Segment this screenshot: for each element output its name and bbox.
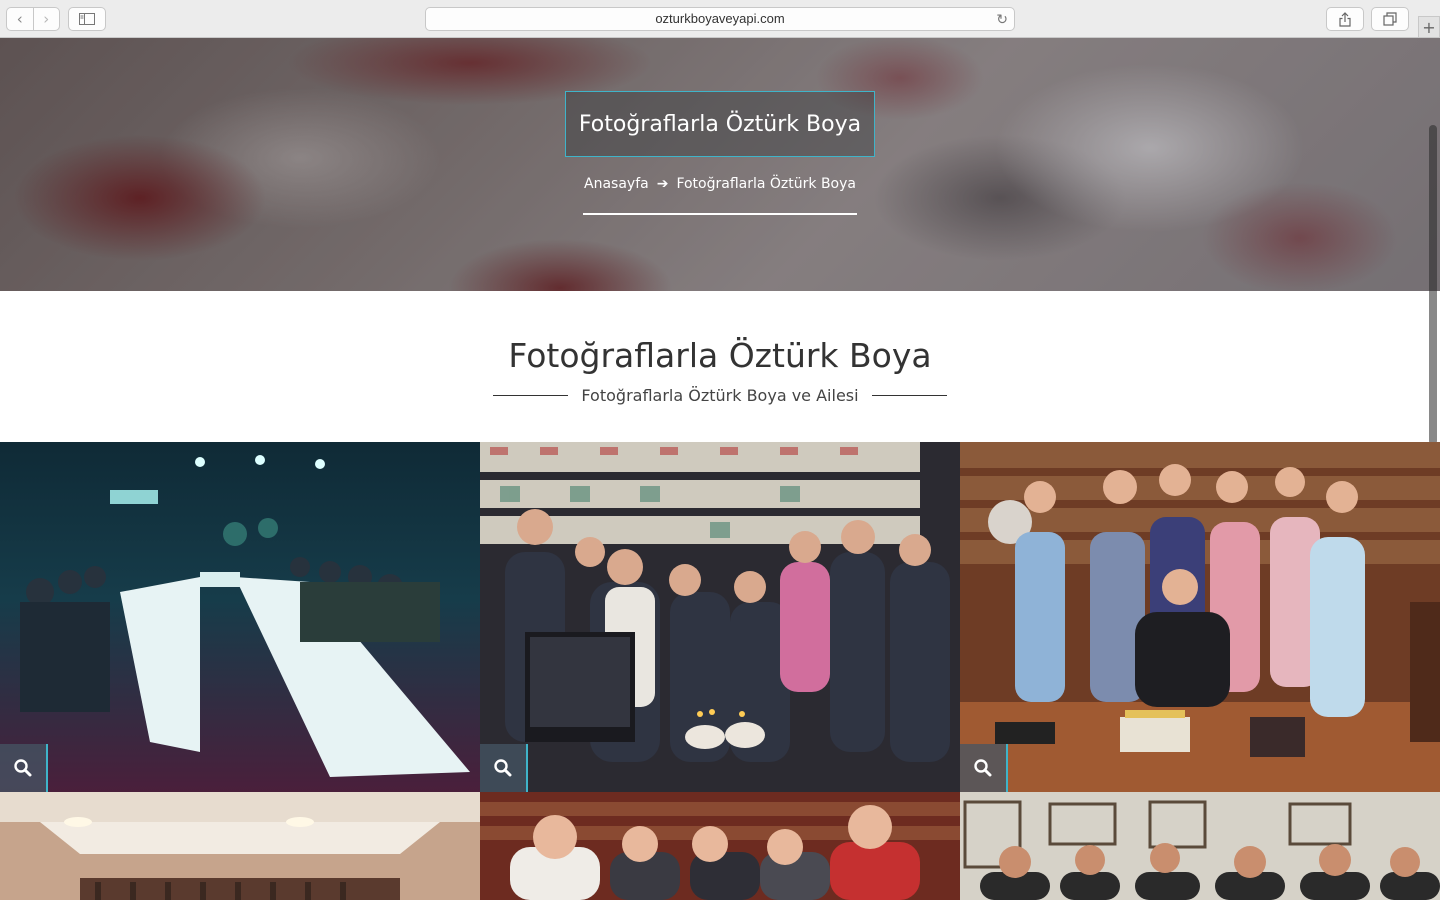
section-subtitle: Fotoğraflarla Öztürk Boya ve Ailesi: [581, 385, 859, 405]
url-text: ozturkboyaveyapi.com: [655, 11, 785, 26]
hero-divider: [583, 213, 857, 215]
reload-icon[interactable]: ↻: [996, 8, 1008, 30]
gallery-item-office-group[interactable]: [960, 442, 1440, 792]
photo-office-group: [960, 442, 1440, 792]
divider-right: [871, 394, 947, 396]
tabs-overview-button[interactable]: [1371, 7, 1409, 31]
zoom-button[interactable]: [0, 744, 48, 792]
new-tab-button[interactable]: +: [1418, 16, 1440, 38]
section-title: Fotoğraflarla Öztürk Boya: [508, 336, 932, 375]
address-bar[interactable]: ozturkboyaveyapi.com ↻: [425, 7, 1015, 31]
photo-banquet-hall: [0, 792, 480, 900]
breadcrumb-current: Fotoğraflarla Öztürk Boya: [676, 176, 856, 192]
gallery-item-banquet-hall[interactable]: [0, 792, 480, 900]
share-icon: [1339, 11, 1351, 27]
search-icon: [974, 759, 992, 777]
search-icon: [14, 759, 32, 777]
browser-toolbar: ‹ › ozturkboyaveyapi.com ↻ +: [0, 0, 1440, 38]
sidebar-toggle-button[interactable]: [68, 7, 106, 31]
photo-group-office-wall: [960, 792, 1440, 900]
zoom-button[interactable]: [960, 744, 1008, 792]
share-button[interactable]: [1326, 7, 1364, 31]
zoom-button[interactable]: [480, 744, 528, 792]
photo-banquet-table: [0, 442, 480, 792]
gallery-item-birthday-store[interactable]: [480, 442, 960, 792]
photo-group-bookshelf: [480, 792, 960, 900]
arrow-right-icon: ➔: [656, 176, 669, 192]
gallery-item-group-office-wall[interactable]: [960, 792, 1440, 900]
hero-title: Fotoğraflarla Öztürk Boya: [578, 111, 862, 137]
search-icon: [494, 759, 512, 777]
divider-left: [493, 394, 568, 396]
plus-icon: +: [1422, 17, 1436, 37]
breadcrumb-home-link[interactable]: Anasayfa: [584, 176, 649, 192]
gallery-item-banquet-table[interactable]: [0, 442, 480, 792]
photo-birthday-store: [480, 442, 960, 792]
nav-buttons: ‹ ›: [6, 7, 60, 31]
breadcrumb: Anasayfa ➔ Fotoğraflarla Öztürk Boya: [583, 176, 857, 192]
hero-title-box: Fotoğraflarla Öztürk Boya: [565, 91, 875, 157]
scrollbar[interactable]: [1429, 125, 1437, 445]
tabs-icon: [1383, 12, 1397, 26]
section-subtitle-row: Fotoğraflarla Öztürk Boya ve Ailesi: [493, 383, 947, 407]
back-icon[interactable]: ‹: [7, 8, 33, 30]
sidebar-icon: [79, 13, 95, 25]
gallery-item-group-bookshelf[interactable]: [480, 792, 960, 900]
forward-icon[interactable]: ›: [32, 8, 60, 30]
hero-banner: Fotoğraflarla Öztürk Boya Anasayfa ➔ Fot…: [0, 38, 1440, 291]
